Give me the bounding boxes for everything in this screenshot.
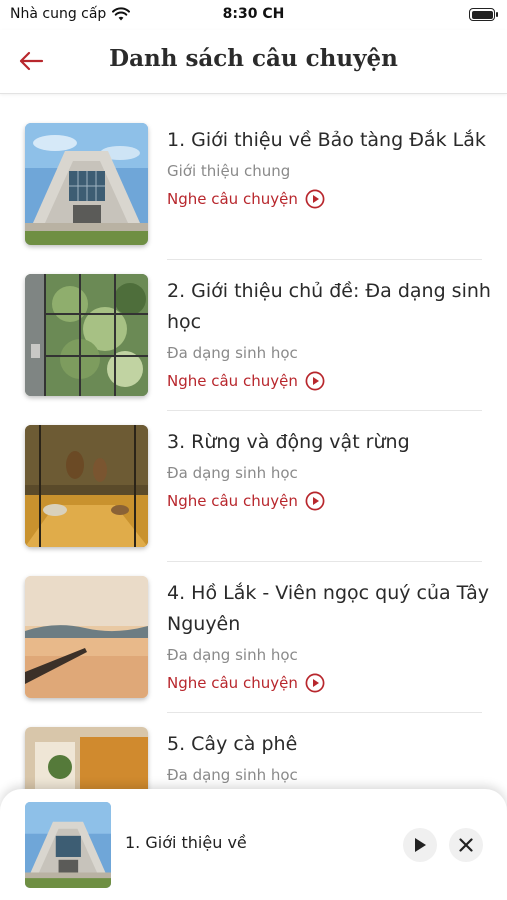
- mini-player-title: 1. Giới thiệu về: [125, 833, 247, 852]
- close-icon: [459, 838, 473, 852]
- battery-icon: [469, 8, 498, 21]
- divider: [167, 712, 482, 713]
- page-title: Danh sách câu chuyện: [109, 45, 398, 72]
- play-circle-icon: [305, 189, 325, 209]
- listen-button-2[interactable]: Nghe câu chuyện: [167, 371, 325, 391]
- listen-label-1: Nghe câu chuyện: [167, 190, 298, 208]
- mini-player-close-button[interactable]: [449, 828, 483, 862]
- mini-player[interactable]: 1. Giới thiệu về: [0, 789, 507, 900]
- listen-label-2: Nghe câu chuyện: [167, 372, 298, 390]
- listen-button-3[interactable]: Nghe câu chuyện: [167, 491, 325, 511]
- divider: [167, 259, 482, 260]
- story-thumbnail-2: [25, 274, 148, 396]
- story-title-4: 4. Hồ Lắk - Viên ngọc quý của Tây Nguyên: [167, 582, 489, 635]
- story-category-2: Đa dạng sinh học: [167, 344, 298, 362]
- status-bar: Nhà cung cấp 8:30 CH: [0, 0, 507, 30]
- listen-button-1[interactable]: Nghe câu chuyện: [167, 189, 325, 209]
- listen-label-4: Nghe câu chuyện: [167, 674, 298, 692]
- battery-level: [471, 10, 493, 19]
- story-thumbnail-3: [25, 425, 148, 547]
- play-circle-icon: [305, 371, 325, 391]
- story-thumbnail-1: [25, 123, 148, 245]
- divider: [167, 410, 482, 411]
- story-title-3: 3. Rừng và động vật rừng: [167, 431, 410, 453]
- listen-button-4[interactable]: Nghe câu chuyện: [167, 673, 325, 693]
- play-icon: [415, 838, 426, 852]
- story-title-2: 2. Giới thiệu chủ đề: Đa dạng sinh học: [167, 280, 491, 333]
- story-title-1: 1. Giới thiệu về Bảo tàng Đắk Lắk: [167, 129, 486, 151]
- story-thumbnail-4: [25, 576, 148, 698]
- story-category-5: Đa dạng sinh học: [167, 766, 298, 784]
- nav-header: Danh sách câu chuyện: [0, 30, 507, 94]
- mini-player-thumbnail: [25, 802, 111, 888]
- mini-player-play-button[interactable]: [403, 828, 437, 862]
- play-circle-icon: [305, 491, 325, 511]
- listen-label-3: Nghe câu chuyện: [167, 492, 298, 510]
- status-time: 8:30 CH: [222, 6, 285, 22]
- story-category-4: Đa dạng sinh học: [167, 646, 298, 664]
- divider: [167, 561, 482, 562]
- play-circle-icon: [305, 673, 325, 693]
- story-category-1: Giới thiệu chung: [167, 162, 291, 180]
- story-title-5: 5. Cây cà phê: [167, 733, 298, 755]
- story-category-3: Đa dạng sinh học: [167, 464, 298, 482]
